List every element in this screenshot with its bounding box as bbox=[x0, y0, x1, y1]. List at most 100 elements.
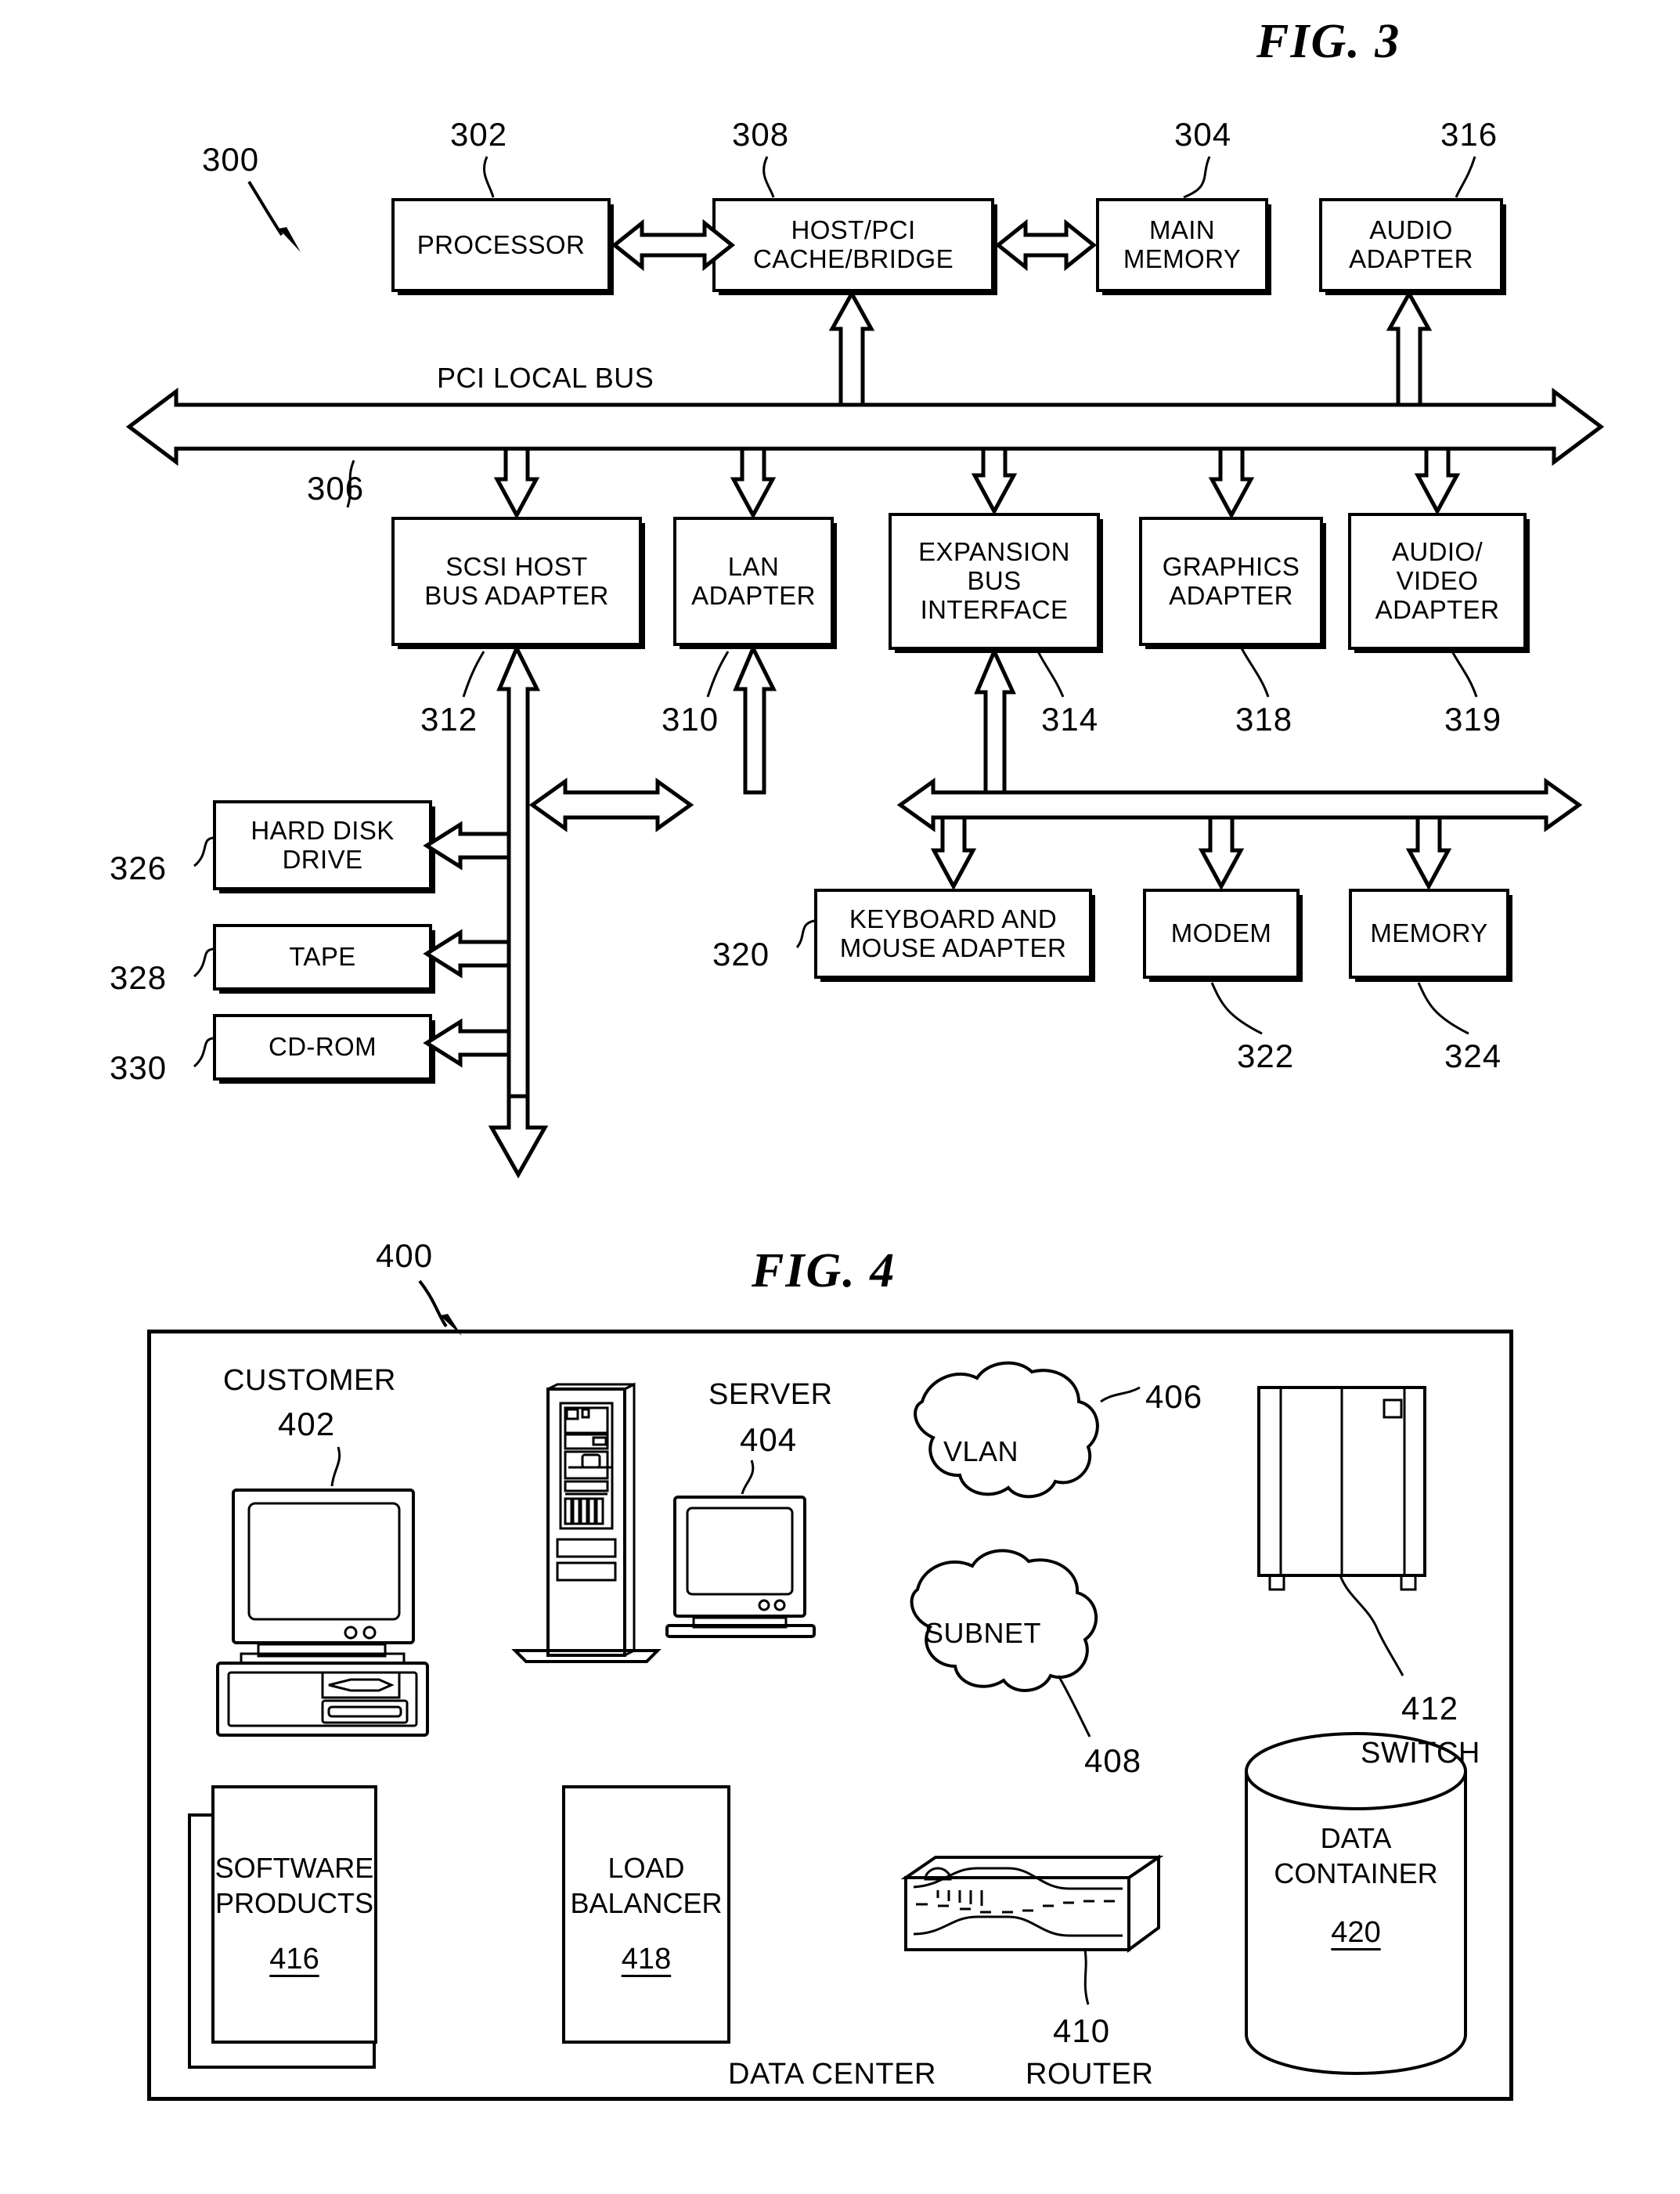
reference-302: 302 bbox=[450, 116, 508, 153]
bus-down-audio-video bbox=[1414, 446, 1461, 516]
arrow-to-tape bbox=[423, 929, 511, 979]
block-av-line2: VIDEO bbox=[1396, 566, 1479, 596]
reference-304: 304 bbox=[1174, 116, 1232, 153]
reference-402: 402 bbox=[278, 1406, 336, 1442]
reference-314: 314 bbox=[1041, 701, 1099, 738]
leader-400 bbox=[418, 1279, 462, 1336]
block-modem-label: MODEM bbox=[1170, 918, 1272, 948]
expansion-up-stub bbox=[974, 646, 1016, 795]
reference-308: 308 bbox=[732, 116, 790, 153]
reference-328: 328 bbox=[110, 959, 168, 996]
block-graphics-line1: GRAPHICS bbox=[1162, 551, 1300, 581]
reference-412: 412 bbox=[1401, 1690, 1459, 1727]
subnet-label: SUBNET bbox=[924, 1617, 1042, 1649]
block-expansion-bus-interface: EXPANSION BUS INTERFACE bbox=[889, 513, 1100, 650]
block-hdd-line2: DRIVE bbox=[282, 844, 363, 874]
leader-322 bbox=[1210, 982, 1263, 1035]
block-tape-label: TAPE bbox=[289, 942, 356, 972]
bus-down-lan bbox=[730, 446, 777, 520]
software-products-number: 416 bbox=[269, 1943, 319, 1976]
lan-stub bbox=[733, 644, 777, 795]
block-host-pci-line2: CACHE/BRIDGE bbox=[752, 244, 954, 273]
block-memory: MEMORY bbox=[1349, 889, 1509, 979]
leader-314 bbox=[1036, 651, 1065, 698]
block-memory-label: MEMORY bbox=[1370, 918, 1488, 948]
bus-up-hostpci bbox=[828, 289, 875, 407]
leader-316 bbox=[1455, 156, 1476, 198]
block-audio-video-adapter: AUDIO/ VIDEO ADAPTER bbox=[1348, 513, 1527, 650]
arrow-to-hard-disk-drive bbox=[423, 821, 511, 871]
reference-326: 326 bbox=[110, 850, 168, 886]
server-label: SERVER bbox=[708, 1378, 833, 1411]
bus-down-memory bbox=[1405, 815, 1452, 891]
reference-316: 316 bbox=[1440, 116, 1498, 153]
switch-label: SWITCH bbox=[1361, 1737, 1480, 1770]
block-expansion-line3: INTERFACE bbox=[920, 594, 1069, 624]
block-main-memory-line2: MEMORY bbox=[1123, 244, 1242, 273]
leader-302 bbox=[482, 156, 495, 198]
reference-330: 330 bbox=[110, 1049, 168, 1086]
leader-300 bbox=[247, 180, 301, 252]
reference-312: 312 bbox=[420, 701, 478, 738]
block-expansion-line2: BUS bbox=[967, 566, 1022, 596]
block-graphics-adapter: GRAPHICS ADAPTER bbox=[1139, 517, 1323, 646]
reference-319: 319 bbox=[1444, 701, 1502, 738]
load-balancer-line2: BALANCER bbox=[570, 1887, 723, 1920]
block-audio-adapter: AUDIO ADAPTER bbox=[1319, 198, 1503, 292]
reference-322: 322 bbox=[1237, 1037, 1295, 1074]
block-modem: MODEM bbox=[1143, 889, 1300, 979]
block-lan-line1: LAN bbox=[727, 551, 780, 581]
block-host-pci-cache-bridge: HOST/PCI CACHE/BRIDGE bbox=[712, 198, 994, 292]
data-container-number: 420 bbox=[1331, 1916, 1381, 1949]
software-products-line2: PRODUCTS bbox=[215, 1887, 373, 1920]
arrow-hostpci-mainmemory bbox=[994, 218, 1098, 272]
reference-306: 306 bbox=[307, 470, 365, 507]
block-processor-label: PROCESSOR bbox=[416, 229, 586, 259]
leader-326 bbox=[193, 836, 214, 868]
bus-down-keyboard bbox=[930, 815, 977, 891]
bus-down-modem bbox=[1198, 815, 1245, 891]
bus-down-scsi bbox=[493, 446, 540, 520]
leader-324 bbox=[1417, 982, 1469, 1035]
leader-312 bbox=[462, 651, 485, 698]
expansion-bus bbox=[896, 778, 1583, 832]
leader-328 bbox=[193, 947, 214, 978]
data-container-text: DATA CONTAINER 420 bbox=[1246, 1821, 1465, 1952]
leader-304 bbox=[1183, 156, 1211, 199]
block-cd-rom: CD-ROM bbox=[213, 1014, 432, 1081]
block-av-line1: AUDIO/ bbox=[1391, 537, 1484, 567]
block-software-products: SOFTWARE PRODUCTS 416 bbox=[211, 1785, 377, 2044]
figure-3-title: FIG. 3 bbox=[1256, 15, 1401, 68]
scsi-storage-bus bbox=[488, 644, 549, 1179]
leader-308 bbox=[762, 156, 775, 198]
block-keyboard-and-mouse-adapter: KEYBOARD AND MOUSE ADAPTER bbox=[814, 889, 1092, 979]
figure-4-title: FIG. 4 bbox=[752, 1244, 896, 1297]
reference-408: 408 bbox=[1084, 1742, 1142, 1779]
data-center-caption: DATA CENTER bbox=[728, 2058, 936, 2091]
block-load-balancer: LOAD BALANCER 418 bbox=[562, 1785, 730, 2044]
reference-410: 410 bbox=[1053, 2012, 1111, 2049]
load-balancer-number: 418 bbox=[621, 1943, 672, 1976]
block-tape: TAPE bbox=[213, 924, 432, 991]
leader-310 bbox=[706, 651, 730, 698]
block-hard-disk-drive: HARD DISK DRIVE bbox=[213, 800, 432, 890]
reference-310: 310 bbox=[662, 701, 719, 738]
router-label: ROUTER bbox=[1026, 2058, 1154, 2091]
data-container-line2: CONTAINER bbox=[1274, 1857, 1438, 1889]
arrow-lan-external bbox=[528, 778, 694, 832]
block-kbm-line2: MOUSE ADAPTER bbox=[839, 933, 1067, 962]
block-scsi-line1: SCSI HOST bbox=[445, 551, 588, 581]
reference-300: 300 bbox=[202, 141, 260, 178]
block-host-pci-line1: HOST/PCI bbox=[791, 215, 916, 245]
block-cdrom-label: CD-ROM bbox=[268, 1032, 377, 1062]
reference-324: 324 bbox=[1444, 1037, 1502, 1074]
block-audio-adapter-line2: ADAPTER bbox=[1349, 244, 1473, 273]
block-hdd-line1: HARD DISK bbox=[251, 815, 395, 845]
load-balancer-line1: LOAD bbox=[607, 1852, 685, 1885]
block-main-memory-line1: MAIN bbox=[1148, 215, 1216, 245]
leader-319 bbox=[1451, 651, 1478, 698]
block-expansion-line1: EXPANSION bbox=[918, 537, 1070, 567]
pci-local-bus-label: PCI LOCAL BUS bbox=[437, 362, 654, 394]
data-container-line1: DATA bbox=[1320, 1822, 1392, 1854]
bus-down-graphics bbox=[1208, 446, 1255, 520]
